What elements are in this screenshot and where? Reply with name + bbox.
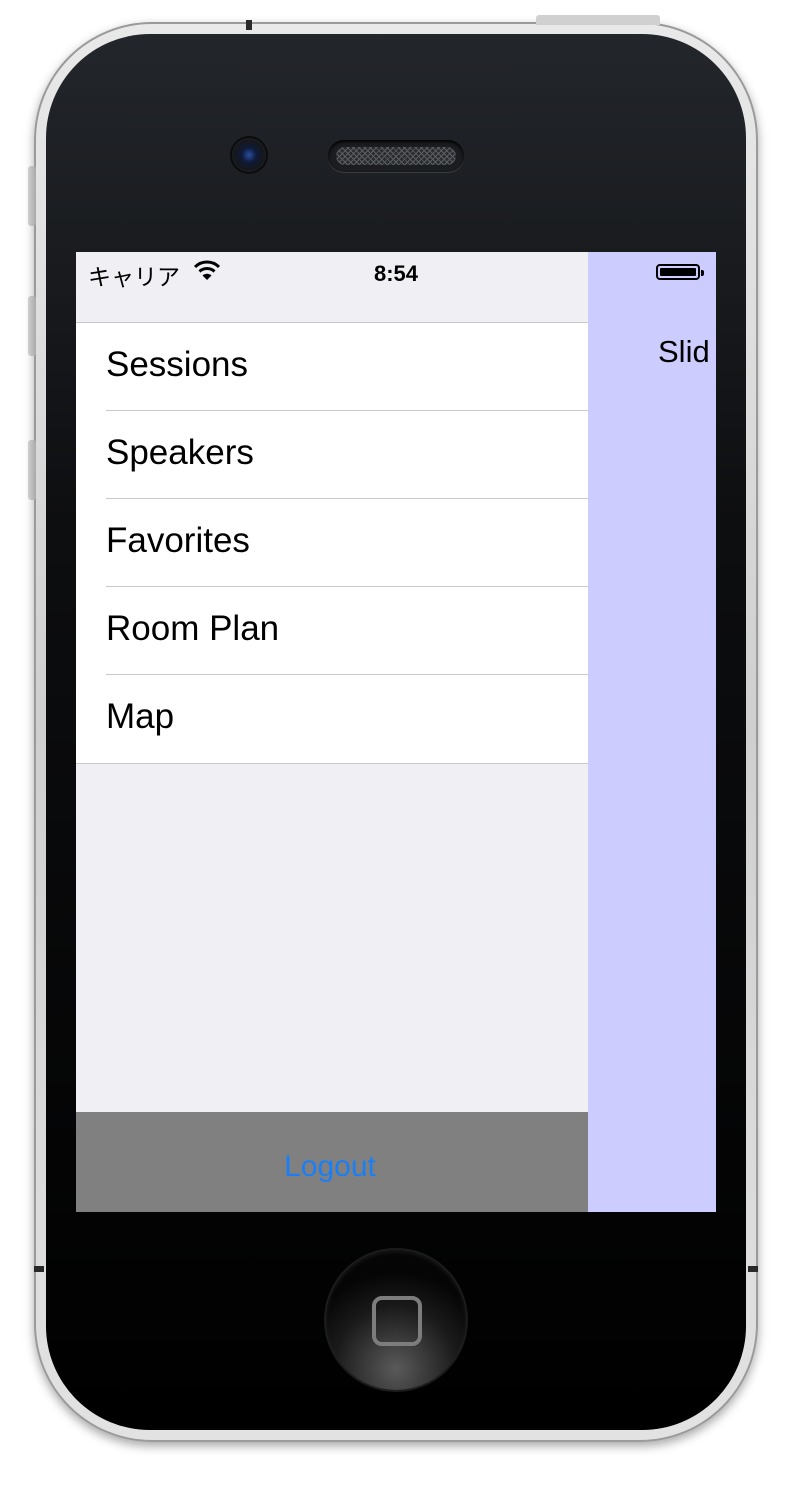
menu-item-favorites[interactable]: Favorites [76, 499, 588, 587]
sleep-wake-button[interactable] [536, 15, 660, 25]
content-panel[interactable]: Slid [588, 252, 716, 1212]
volume-up-button[interactable] [28, 296, 36, 356]
logout-bar: Logout [76, 1112, 588, 1212]
mute-switch[interactable] [28, 166, 36, 226]
home-button[interactable] [326, 1250, 466, 1390]
menu-list: Sessions Speakers Favorites Room Plan Ma… [76, 322, 588, 764]
speaker-grill [336, 147, 456, 165]
menu-item-room-plan[interactable]: Room Plan [76, 587, 588, 675]
antenna-band [246, 20, 252, 30]
screen: Slid キャリア Sessions Speakers Favorites Ro… [76, 252, 716, 1212]
menu-item-label: Map [106, 697, 175, 736]
status-time: 8:54 [373, 261, 419, 286]
menu-item-label: Favorites [106, 521, 250, 560]
menu-item-label: Room Plan [106, 609, 280, 648]
menu-item-speakers[interactable]: Speakers [76, 411, 588, 499]
earpiece-speaker-icon [328, 140, 464, 172]
front-camera-icon [232, 138, 266, 172]
home-square-icon [372, 1296, 422, 1346]
antenna-band [748, 1266, 758, 1272]
content-label: Slid [658, 334, 710, 369]
side-menu: キャリア Sessions Speakers Favorites Room Pl… [76, 252, 588, 1212]
volume-down-button[interactable] [28, 440, 36, 500]
menu-item-sessions[interactable]: Sessions [76, 323, 588, 411]
menu-item-label: Sessions [106, 345, 249, 384]
menu-item-label: Speakers [106, 433, 254, 472]
logout-button[interactable]: Logout [76, 1150, 584, 1184]
menu-item-map[interactable]: Map [76, 675, 588, 763]
antenna-band [34, 1266, 44, 1272]
